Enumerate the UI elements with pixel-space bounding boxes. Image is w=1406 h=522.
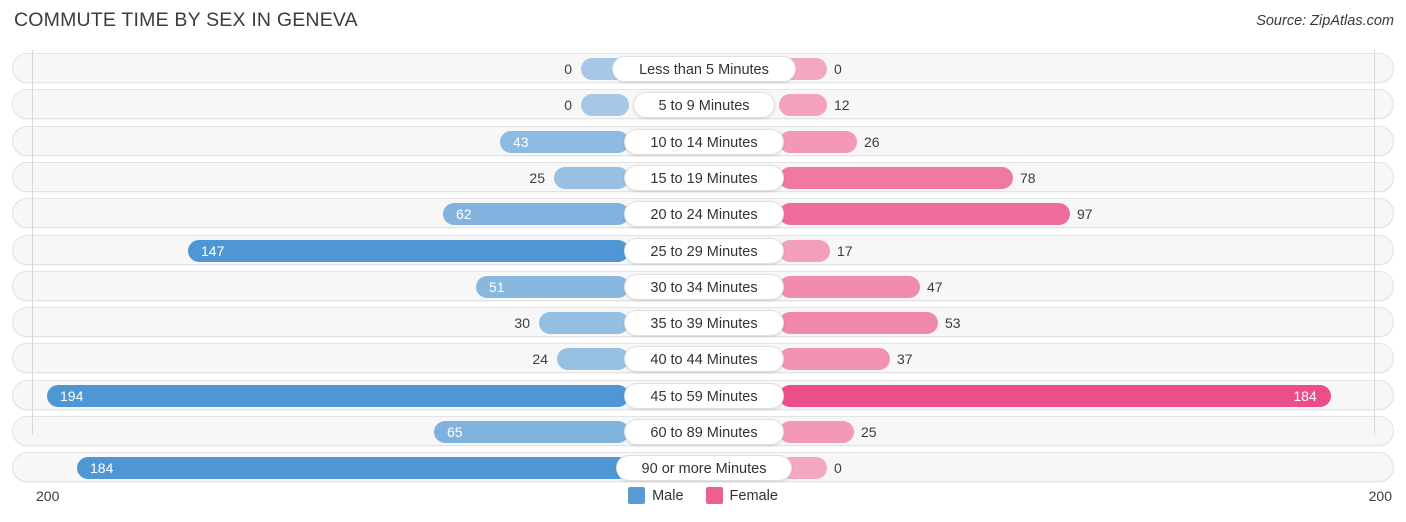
chart-row: 194 184 45 to 59 Minutes	[12, 379, 1394, 410]
male-bar	[47, 384, 629, 407]
chart-row: 184 0 90 or more Minutes	[12, 452, 1394, 483]
female-bar	[779, 421, 854, 443]
legend-item[interactable]: Female	[705, 487, 778, 504]
female-bar	[779, 203, 1070, 226]
female-value-label: 37	[897, 351, 913, 368]
male-value-label: 25	[529, 169, 545, 186]
male-swatch-icon	[628, 487, 646, 504]
female-value-label: 184	[1293, 387, 1317, 404]
male-value-label: 0	[564, 97, 572, 114]
chart-row: 62 97 20 to 24 Minutes	[12, 198, 1394, 229]
female-bar	[779, 384, 1331, 407]
female-bar	[779, 312, 938, 335]
male-bar	[557, 348, 629, 371]
legend-item[interactable]: Male	[628, 487, 684, 504]
male-bar	[188, 239, 629, 262]
female-value-label: 17	[837, 242, 853, 259]
male-value-label: 43	[513, 133, 529, 150]
chart-root: COMMUTE TIME BY SEX IN GENEVA Source: Zi…	[0, 0, 1406, 522]
female-value-label: 0	[834, 460, 842, 477]
male-value-label: 24	[532, 351, 548, 368]
female-bar	[779, 94, 827, 117]
legend-label: Male	[652, 487, 684, 504]
chart-row: 65 25 60 to 89 Minutes	[12, 416, 1394, 446]
category-label: 40 to 44 Minutes	[624, 346, 784, 373]
female-value-label: 53	[945, 315, 961, 332]
female-value-label: 26	[864, 133, 880, 150]
category-label: 90 or more Minutes	[615, 455, 793, 482]
category-label: 30 to 34 Minutes	[624, 273, 784, 300]
category-label: 35 to 39 Minutes	[624, 310, 784, 337]
female-value-label: 0	[834, 61, 842, 77]
male-value-label: 0	[564, 61, 572, 77]
male-value-label: 184	[90, 460, 114, 477]
female-value-label: 12	[834, 97, 850, 114]
male-value-label: 62	[456, 206, 472, 223]
male-bar	[581, 94, 629, 117]
category-label: Less than 5 Minutes	[611, 56, 797, 82]
chart-row: 0 0 Less than 5 Minutes	[12, 53, 1394, 83]
category-label: 10 to 14 Minutes	[624, 128, 784, 155]
page-title: COMMUTE TIME BY SEX IN GENEVA	[14, 9, 358, 31]
axis-gridline	[32, 50, 33, 435]
chart-row: 24 37 40 to 44 Minutes	[12, 343, 1394, 374]
female-value-label: 25	[861, 424, 877, 440]
chart-plot-area: 0 0 Less than 5 Minutes 0 12 5 to 9 Minutes 43…	[0, 50, 1406, 484]
chart-row: 43 26 10 to 14 Minutes	[12, 125, 1394, 156]
category-label: 5 to 9 Minutes	[632, 92, 776, 119]
male-bar	[434, 421, 629, 443]
male-value-label: 194	[60, 387, 84, 404]
female-bar	[779, 275, 920, 298]
chart-row: 30 53 35 to 39 Minutes	[12, 307, 1394, 338]
category-label: 60 to 89 Minutes	[624, 419, 784, 445]
category-label: 15 to 19 Minutes	[624, 164, 784, 191]
legend-label: Female	[729, 487, 778, 504]
source-attribution: Source: ZipAtlas.com	[1256, 13, 1394, 29]
category-label: 20 to 24 Minutes	[624, 201, 784, 228]
female-bar	[779, 130, 857, 153]
category-label: 25 to 29 Minutes	[624, 237, 784, 264]
female-value-label: 97	[1077, 206, 1093, 223]
female-bar	[779, 166, 1013, 189]
male-value-label: 147	[201, 242, 225, 259]
male-bar	[539, 312, 629, 335]
category-label: 45 to 59 Minutes	[624, 382, 784, 409]
chart-legend: Male Female	[0, 487, 1406, 504]
chart-row: 25 78 15 to 19 Minutes	[12, 161, 1394, 192]
chart-row: 51 47 30 to 34 Minutes	[12, 270, 1394, 301]
female-bar	[779, 348, 890, 371]
male-value-label: 30	[514, 315, 530, 332]
chart-row: 147 17 25 to 29 Minutes	[12, 234, 1394, 265]
female-value-label: 47	[927, 278, 943, 295]
chart-row: 0 12 5 to 9 Minutes	[12, 89, 1394, 120]
axis-gridline	[1374, 50, 1375, 435]
female-bar	[779, 239, 830, 262]
female-swatch-icon	[705, 487, 723, 504]
male-value-label: 51	[489, 278, 505, 295]
male-value-label: 65	[447, 424, 463, 440]
female-value-label: 78	[1020, 169, 1036, 186]
male-bar	[77, 457, 629, 480]
male-bar	[554, 166, 629, 189]
